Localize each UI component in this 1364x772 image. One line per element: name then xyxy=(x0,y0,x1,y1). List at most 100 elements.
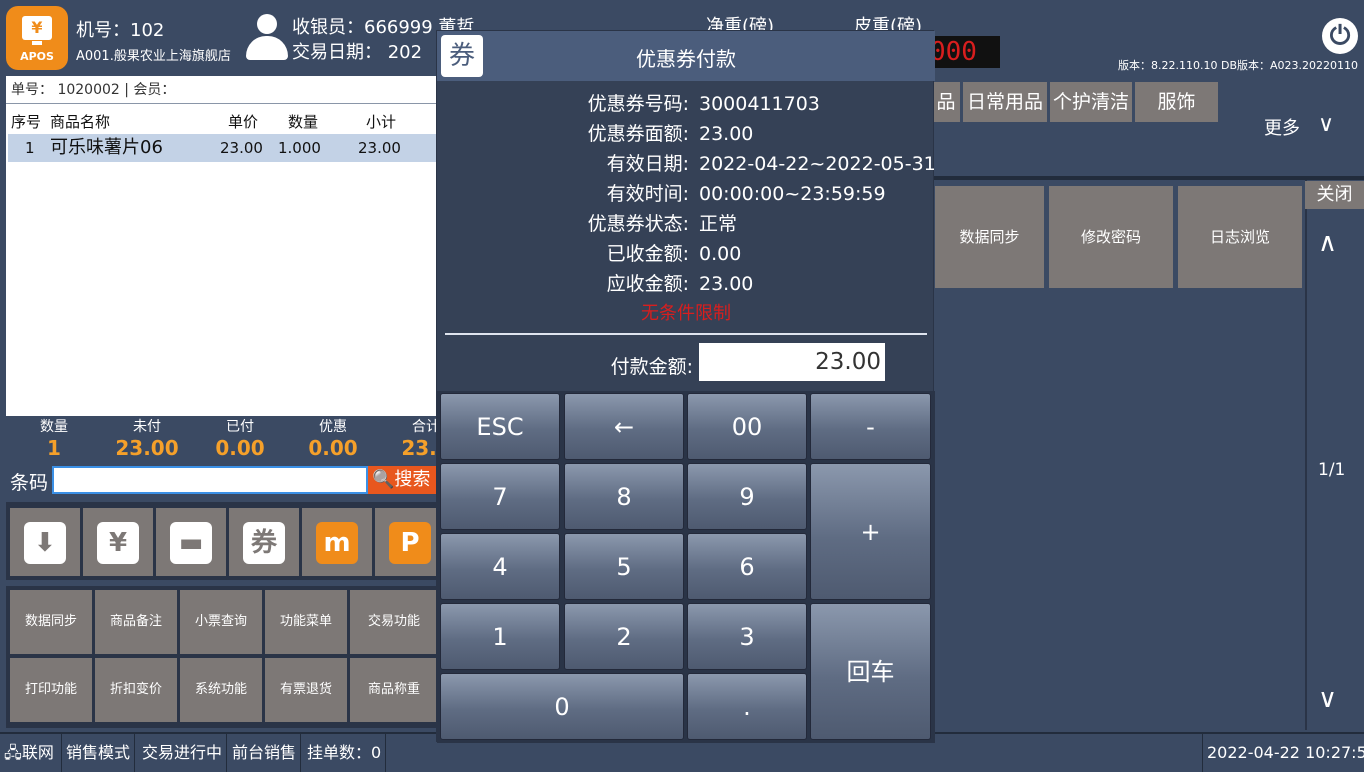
store-name: A001.般果农业上海旗舰店 xyxy=(76,49,231,64)
monitor-yen-icon: ¥ xyxy=(22,16,52,40)
status-datetime: 2022-04-22 10:27:59 xyxy=(1202,734,1364,772)
chevron-down-icon[interactable]: ∨ xyxy=(1318,684,1337,714)
macau-pass-icon: m xyxy=(316,522,358,564)
pay-amount-input[interactable]: 23.00 xyxy=(699,343,885,381)
total-discount: 优惠 0.00 xyxy=(308,419,358,460)
key-backspace[interactable]: ← xyxy=(564,393,684,460)
dialog-title: 优惠券付款 xyxy=(636,47,736,71)
col-qty: 数量 xyxy=(288,113,319,131)
yen-icon: ¥ xyxy=(97,522,139,564)
key-plus[interactable]: + xyxy=(810,463,931,600)
table-row[interactable]: 1 可乐味薯片06 23.00 1.000 23.00 xyxy=(8,134,440,162)
cashier-avatar-icon xyxy=(246,14,288,62)
search-button[interactable]: 🔍搜索 xyxy=(368,466,442,494)
category-clothing[interactable]: 服饰 xyxy=(1135,82,1218,122)
key-double-zero[interactable]: 00 xyxy=(687,393,807,460)
pay-coupon-button[interactable]: 券 xyxy=(229,508,299,576)
chevron-down-icon[interactable]: ∨ xyxy=(1318,112,1334,137)
func-return[interactable]: 有票退货 xyxy=(265,658,347,722)
key-7[interactable]: 7 xyxy=(440,463,560,530)
status-sale: 前台销售 xyxy=(228,734,302,772)
key-2[interactable]: 2 xyxy=(564,603,684,670)
p-pay-icon: P xyxy=(389,522,431,564)
pay-amount-label: 付款金额: xyxy=(610,356,693,378)
page-indicator: 1/1 xyxy=(1318,460,1346,480)
coupon-status-row: 优惠券状态: 正常 xyxy=(587,213,738,235)
col-subtotal: 小计 xyxy=(366,113,397,131)
pay-macau-pass-button[interactable]: m xyxy=(302,508,372,576)
status-network: 🖧联网 xyxy=(0,734,62,772)
func-receipt-query[interactable]: 小票查询 xyxy=(180,590,262,654)
category-partial[interactable]: 品 xyxy=(932,82,960,122)
valid-time-row: 有效时间: 00:00:00~23:59:59 xyxy=(606,183,886,205)
logo-text: APOS xyxy=(20,50,54,63)
version-info: 版本：8.22.110.10 DB版本：A023.20220110 xyxy=(1118,59,1358,72)
receivable-amount-row: 应收金额: 23.00 xyxy=(606,273,754,295)
chevron-up-icon[interactable]: ∧ xyxy=(1318,228,1337,258)
key-8[interactable]: 8 xyxy=(564,463,684,530)
side-scroll-column xyxy=(1305,180,1364,730)
key-enter[interactable]: 回车 xyxy=(810,603,931,740)
coupon-icon: 券 xyxy=(243,522,285,564)
barcode-input[interactable] xyxy=(52,466,368,494)
key-minus[interactable]: - xyxy=(810,393,931,460)
coupon-number-row: 优惠券号码: 3000411703 xyxy=(587,93,820,115)
apos-logo: ¥ APOS xyxy=(6,6,68,70)
func-trade[interactable]: 交易功能 xyxy=(350,590,438,654)
dialog-header: 券 优惠券付款 xyxy=(437,31,935,81)
func-print[interactable]: 打印功能 xyxy=(10,658,92,722)
key-4[interactable]: 4 xyxy=(440,533,560,600)
card-icon: ▬ xyxy=(170,522,212,564)
func-data-sync[interactable]: 数据同步 xyxy=(10,590,92,654)
barcode-label: 条码 xyxy=(10,472,49,494)
func-weigh[interactable]: 商品称重 xyxy=(350,658,438,722)
status-mode: 销售模式 xyxy=(62,734,136,772)
order-info: 单号： 1020002 | 会员： xyxy=(6,76,442,104)
network-icon: 🖧 xyxy=(4,743,22,762)
coupon-face-value-row: 优惠券面额: 23.00 xyxy=(587,123,754,145)
restriction-note: 无条件限制 xyxy=(641,303,731,324)
key-9[interactable]: 9 xyxy=(687,463,807,530)
total-paid: 已付 0.00 xyxy=(215,419,265,460)
function-grid: 数据同步 商品备注 小票查询 功能菜单 交易功能 打印功能 折扣变价 系统功能 … xyxy=(6,586,442,728)
download-yen-icon: ⬇ xyxy=(24,522,66,564)
category-personal-care[interactable]: 个护清洁 xyxy=(1050,82,1132,122)
machine-number: 机号：102 xyxy=(76,20,165,41)
pay-cash-button[interactable]: ¥ xyxy=(83,508,153,576)
row-seq: 1 xyxy=(25,139,35,157)
key-6[interactable]: 6 xyxy=(687,533,807,600)
close-button[interactable]: 关闭 xyxy=(1305,181,1364,209)
key-esc[interactable]: ESC xyxy=(440,393,560,460)
power-icon[interactable]: ⏻ xyxy=(1322,18,1358,54)
func-item-note[interactable]: 商品备注 xyxy=(95,590,177,654)
key-0[interactable]: 0 xyxy=(440,673,684,740)
menu-change-password-button[interactable]: 修改密码 xyxy=(1049,186,1173,288)
payment-method-bar: ⬇ ¥ ▬ 券 m P xyxy=(6,502,442,580)
total-unpaid: 未付 23.00 xyxy=(115,419,179,460)
totals-bar: 数量 1 未付 23.00 已付 0.00 优惠 0.00 合计 23.0 xyxy=(6,416,451,462)
key-3[interactable]: 3 xyxy=(687,603,807,670)
order-table-header: 序号 商品名称 单价 数量 小计 xyxy=(6,110,442,134)
pay-p-button[interactable]: P xyxy=(375,508,439,576)
col-seq: 序号 xyxy=(11,113,42,131)
key-1[interactable]: 1 xyxy=(440,603,560,670)
key-5[interactable]: 5 xyxy=(564,533,684,600)
scale-display: 000 xyxy=(930,36,1000,68)
coupon-payment-dialog: 券 优惠券付款 优惠券号码: 3000411703 优惠券面额: 23.00 有效日… xyxy=(436,30,936,743)
func-system[interactable]: 系统功能 xyxy=(180,658,262,722)
func-discount[interactable]: 折扣变价 xyxy=(95,658,177,722)
menu-log-view-button[interactable]: 日志浏览 xyxy=(1178,186,1302,288)
menu-data-sync-button[interactable]: 数据同步 xyxy=(935,186,1044,288)
status-state: 交易进行中 xyxy=(138,734,228,772)
func-menu[interactable]: 功能菜单 xyxy=(265,590,347,654)
pay-collect-button[interactable]: ⬇ xyxy=(10,508,80,576)
order-panel: 单号： 1020002 | 会员： 序号 商品名称 单价 数量 小计 1 可乐味… xyxy=(6,76,442,416)
category-daily-goods[interactable]: 日常用品 xyxy=(963,82,1047,122)
row-name: 可乐味薯片06 xyxy=(50,137,163,158)
pay-card-button[interactable]: ▬ xyxy=(156,508,226,576)
col-name: 商品名称 xyxy=(50,113,111,131)
key-dot[interactable]: . xyxy=(687,673,807,740)
keypad: ESC ← 00 - 7 8 9 + 4 5 6 1 2 3 回车 0 . xyxy=(437,391,935,743)
more-button[interactable]: 更多 xyxy=(1264,114,1300,140)
received-amount-row: 已收金额: 0.00 xyxy=(606,243,742,265)
